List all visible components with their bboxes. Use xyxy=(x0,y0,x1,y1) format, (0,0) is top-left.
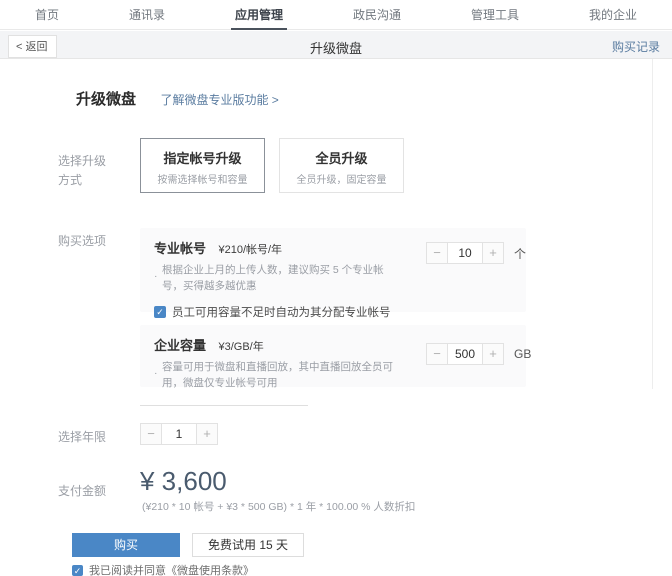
learn-more-link[interactable]: 了解微盘专业版功能 > xyxy=(160,91,278,108)
capacity-note: 容量可用于微盘和直播回放，其中直播回放全员可用，微盘仅专业帐号可用 xyxy=(154,360,396,392)
capacity-quantity-value[interactable]: 500 xyxy=(448,343,482,365)
card-title: 指定帐号升级 xyxy=(163,151,242,166)
section-title: 升级微盘 xyxy=(76,91,137,108)
page-title: 升级微盘 xyxy=(309,41,362,56)
auto-assign-row: ✓ 员工可用容量不足时自动为其分配专业帐号 xyxy=(154,304,512,320)
capacity-unit-label: GB xyxy=(514,347,532,361)
section-head: 升级微盘 了解微盘专业版功能 > xyxy=(76,88,279,109)
upgrade-mode-cards: 指定帐号升级 按需选择帐号和容量 全员升级 全员升级，固定容量 xyxy=(140,138,404,193)
card-all-staff-upgrade[interactable]: 全员升级 全员升级，固定容量 xyxy=(279,138,404,193)
card-desc: 全员升级，固定容量 xyxy=(296,175,387,186)
tab-management-tools[interactable]: 管理工具 xyxy=(467,0,523,30)
plus-button[interactable]: + xyxy=(482,242,504,264)
payment-formula: (¥210 * 10 帐号 + ¥3 * 500 GB) * 1 年 * 100… xyxy=(142,501,416,513)
card-desc: 按需选择帐号和容量 xyxy=(157,175,248,186)
account-quantity-value[interactable]: 10 xyxy=(448,242,482,264)
minus-button[interactable]: − xyxy=(140,423,162,445)
card-designated-account-upgrade[interactable]: 指定帐号升级 按需选择帐号和容量 xyxy=(140,138,265,193)
years-label: 选择年限 xyxy=(58,430,107,444)
auto-assign-label: 员工可用容量不足时自动为其分配专业帐号 xyxy=(172,306,391,319)
capacity-stepper-wrap: − 500 + GB xyxy=(426,343,531,365)
agree-terms-checkbox[interactable]: ✓ xyxy=(72,564,83,576)
agree-terms-row: ✓ 我已阅读并同意《微盘使用条款》 xyxy=(72,562,254,576)
tab-home[interactable]: 首页 xyxy=(31,0,63,30)
pro-account-price: ¥210/帐号/年 xyxy=(218,244,283,256)
purchase-options-label: 购买选项 xyxy=(58,234,107,248)
plus-button[interactable]: + xyxy=(196,423,218,445)
tab-gov-communication[interactable]: 政民沟通 xyxy=(349,0,405,30)
payment-label: 支付金额 xyxy=(58,484,107,498)
pro-account-panel: 专业帐号 ¥210/帐号/年 根据企业上月的上传人数，建议购买 5 个专业帐号，… xyxy=(140,228,526,319)
upgrade-wedrive-page: 首页 通讯录 应用管理 政民沟通 管理工具 我的企业 < 返回 升级微盘 购买记… xyxy=(0,0,672,576)
agree-terms-label: 我已阅读并同意《微盘使用条款》 xyxy=(89,565,254,576)
sub-header: < 返回 升级微盘 购买记录 xyxy=(0,31,672,59)
capacity-price: ¥3/GB/年 xyxy=(218,341,264,353)
pro-account-note: 根据企业上月的上传人数，建议购买 5 个专业帐号，买得越多越优惠 xyxy=(154,263,396,295)
capacity-quantity-stepper: − 500 + xyxy=(426,343,504,365)
account-quantity-stepper: − 10 + xyxy=(426,242,504,264)
section-divider xyxy=(140,405,308,406)
upgrade-mode-label: 选择升级方式 xyxy=(58,154,107,187)
tab-my-enterprise[interactable]: 我的企业 xyxy=(585,0,641,30)
years-stepper: − 1 + xyxy=(140,423,218,445)
capacity-title: 企业容量 xyxy=(154,338,207,353)
content-right-border xyxy=(652,59,653,389)
top-nav: 首页 通讯录 应用管理 政民沟通 管理工具 我的企业 xyxy=(0,0,672,30)
years-quantity-value[interactable]: 1 xyxy=(162,423,196,445)
capacity-panel: 企业容量 ¥3/GB/年 容量可用于微盘和直播回放，其中直播回放全员可用，微盘仅… xyxy=(140,325,531,389)
pro-account-title: 专业帐号 xyxy=(154,241,207,256)
free-trial-button[interactable]: 免费试用 15 天 xyxy=(192,533,304,557)
minus-button[interactable]: − xyxy=(426,343,448,365)
auto-assign-checkbox[interactable]: ✓ xyxy=(154,305,166,318)
card-title: 全员升级 xyxy=(315,151,368,166)
account-stepper-wrap: − 10 + 个 xyxy=(426,242,526,264)
payment-amount: ¥ 3,600 xyxy=(140,466,227,496)
tab-contacts[interactable]: 通讯录 xyxy=(125,0,169,30)
minus-button[interactable]: − xyxy=(426,242,448,264)
purchase-history-link[interactable]: 购买记录 xyxy=(612,38,660,55)
tab-app-management[interactable]: 应用管理 xyxy=(230,0,287,30)
plus-button[interactable]: + xyxy=(482,343,504,365)
account-unit-label: 个 xyxy=(514,246,527,261)
buy-button[interactable]: 购买 xyxy=(72,533,180,557)
